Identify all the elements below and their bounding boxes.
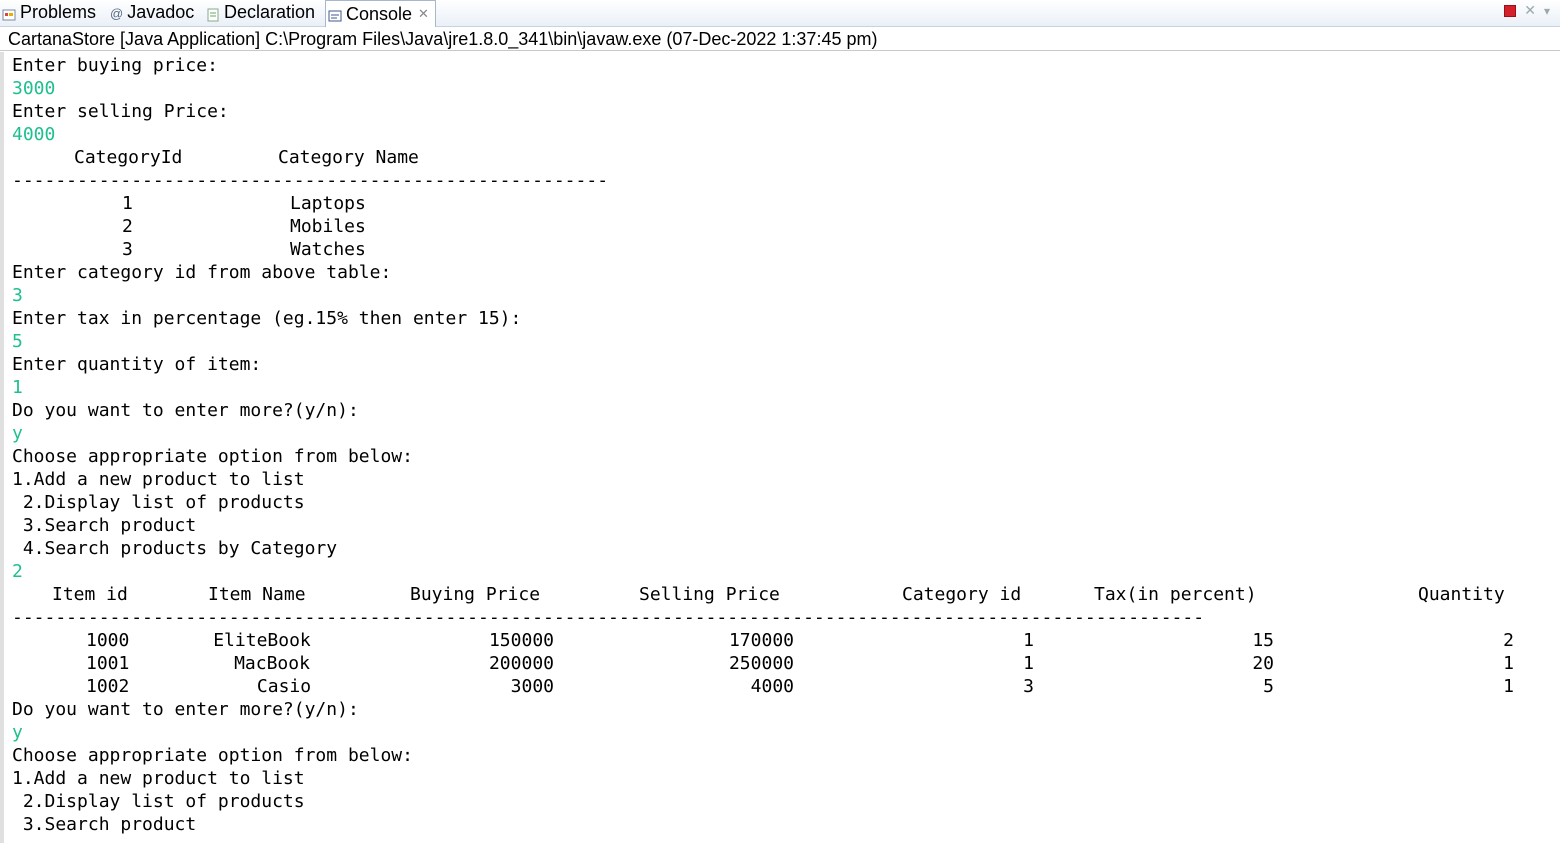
- category-header-name: Category Name: [278, 147, 419, 168]
- console-input-line: 5: [12, 331, 23, 352]
- category-name: Mobiles: [290, 216, 366, 237]
- console-line: Enter buying price:: [12, 55, 218, 76]
- table-header-selling-price: Selling Price: [639, 584, 780, 605]
- chevron-down-icon[interactable]: ▾: [1544, 4, 1550, 18]
- category-id: 3: [1023, 676, 1034, 697]
- console-line: Do you want to enter more?(y/n):: [12, 699, 359, 720]
- tab-label: Problems: [20, 2, 97, 22]
- console-title: CartanaStore [Java Application] C:\Progr…: [0, 27, 1560, 51]
- quantity: 1: [1503, 676, 1514, 697]
- console-line: Enter tax in percentage (eg.15% then ent…: [12, 308, 522, 329]
- console-output[interactable]: Enter buying price: 3000 Enter selling P…: [0, 52, 1560, 843]
- console-icon: [328, 7, 342, 22]
- buying-price: 150000: [488, 630, 554, 651]
- console-line: Enter quantity of item:: [12, 354, 262, 375]
- tab-problems[interactable]: Problems: [0, 0, 96, 25]
- category-name: Laptops: [290, 193, 366, 214]
- category-separator: ----------------------------------------…: [12, 170, 609, 191]
- buying-price: 200000: [488, 653, 554, 674]
- console-line: 2.Display list of products: [12, 492, 305, 513]
- category-id: 1: [1023, 653, 1034, 674]
- tax: 5: [1263, 676, 1274, 697]
- table-header-quantity: Quantity: [1418, 584, 1505, 605]
- tab-declaration[interactable]: Declaration: [204, 0, 315, 25]
- console-line: Do you want to enter more?(y/n):: [12, 400, 359, 421]
- selling-price: 250000: [728, 653, 794, 674]
- problems-icon: [2, 6, 16, 20]
- selling-price: 4000: [750, 676, 794, 697]
- item-name: EliteBook: [213, 630, 311, 651]
- tab-label: Javadoc: [127, 2, 195, 22]
- category-id: 1: [1023, 630, 1034, 651]
- console-input-line: y: [12, 423, 23, 444]
- view-tab-bar: Problems @ Javadoc Declaration Console ✕…: [0, 0, 1560, 27]
- console-input-line: y: [12, 722, 23, 743]
- table-header-buying-price: Buying Price: [410, 584, 541, 605]
- table-header-tax: Tax(in percent): [1094, 584, 1257, 605]
- console-line: Choose appropriate option from below:: [12, 446, 413, 467]
- item-id: 1001: [86, 653, 130, 674]
- quantity: 2: [1503, 630, 1514, 651]
- console-line: 2.Display list of products: [12, 791, 305, 812]
- quantity: 1: [1503, 653, 1514, 674]
- tax: 15: [1252, 630, 1274, 651]
- table-header-item-id: Item id: [52, 584, 128, 605]
- tax: 20: [1252, 653, 1274, 674]
- category-id: 2: [122, 216, 133, 237]
- javadoc-icon: @: [110, 5, 124, 21]
- declaration-icon: [206, 6, 220, 21]
- console-toolbar: ✕ ▾: [1504, 2, 1550, 19]
- remove-launch-icon[interactable]: ✕: [1524, 2, 1536, 19]
- console-input-line: 3: [12, 285, 23, 306]
- close-icon[interactable]: ✕: [418, 6, 429, 22]
- category-header-id: CategoryId: [74, 147, 183, 168]
- console-line: Enter selling Price:: [12, 101, 229, 122]
- console-line: Enter category id from above table:: [12, 262, 392, 283]
- console-input-line: 3000: [12, 78, 56, 99]
- item-name: Casio: [256, 676, 312, 697]
- console-line: 3.Search product: [12, 814, 197, 835]
- buying-price: 3000: [510, 676, 554, 697]
- tab-javadoc[interactable]: @ Javadoc: [108, 0, 194, 25]
- console-line: 1.Add a new product to list: [12, 469, 305, 490]
- terminate-icon[interactable]: [1504, 4, 1517, 17]
- category-id: 3: [122, 239, 133, 260]
- console-line: 3.Search product: [12, 515, 197, 536]
- console-input-line: 4000: [12, 124, 56, 145]
- table-header-item-name: Item Name: [208, 584, 306, 605]
- table-header-category-id: Category id: [902, 584, 1022, 605]
- selling-price: 170000: [728, 630, 794, 651]
- tab-label: Declaration: [224, 2, 316, 22]
- console-line: 4.Search products by Category: [12, 538, 338, 559]
- category-id: 1: [122, 193, 133, 214]
- table-separator: ----------------------------------------…: [12, 607, 1205, 628]
- console-input-line: 2: [12, 561, 23, 582]
- item-id: 1000: [86, 630, 130, 651]
- tab-console[interactable]: Console ✕: [325, 0, 436, 27]
- item-name: MacBook: [234, 653, 310, 674]
- tab-label: Console: [346, 3, 413, 24]
- item-id: 1002: [86, 676, 130, 697]
- console-input-line: 1: [12, 377, 23, 398]
- category-name: Watches: [290, 239, 366, 260]
- console-line: Choose appropriate option from below:: [12, 745, 413, 766]
- console-line: 1.Add a new product to list: [12, 768, 305, 789]
